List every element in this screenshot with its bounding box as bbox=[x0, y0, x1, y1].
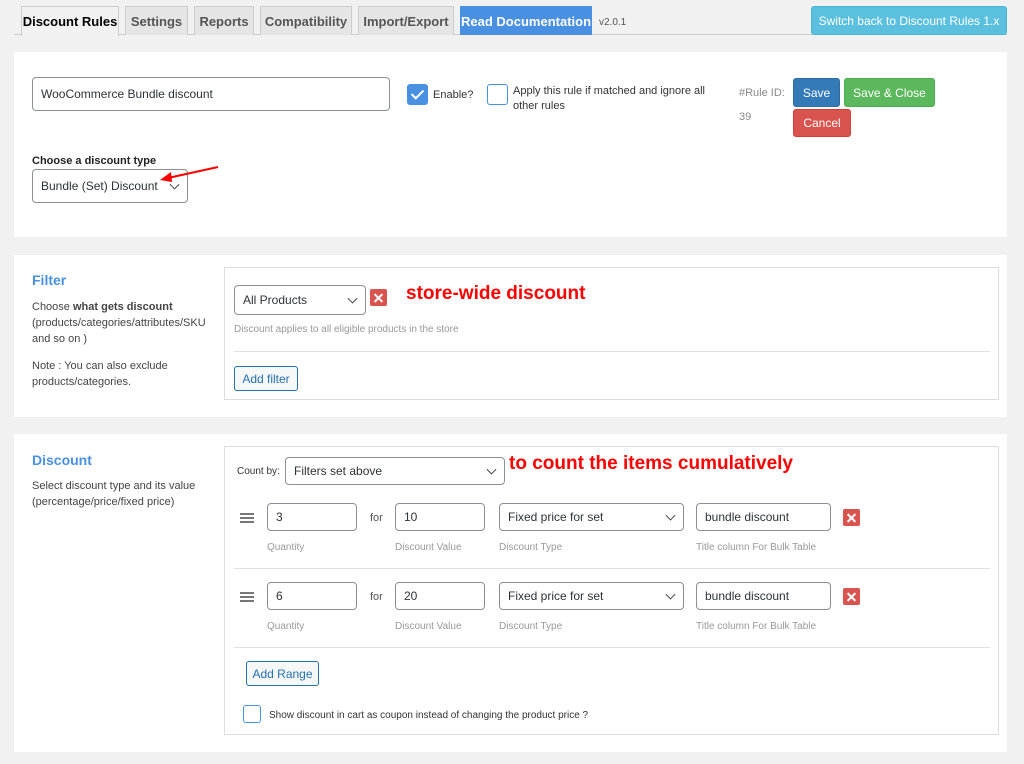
filter-desc-rest: (products/categories/attributes/SKU and … bbox=[32, 317, 206, 345]
quantity-input[interactable]: 3 bbox=[267, 503, 357, 531]
discount-description: Select discount type and its value (perc… bbox=[32, 480, 196, 508]
chevron-down-icon bbox=[665, 589, 676, 600]
discount-type-label: Choose a discount type bbox=[32, 155, 157, 167]
filter-description: Choose what gets discount (products/cate… bbox=[32, 299, 212, 347]
bulk-title-input[interactable]: bundle discount bbox=[696, 582, 831, 610]
discount-type-range-value: Fixed price for set bbox=[508, 510, 604, 524]
bulk-title-hint: Title column For Bulk Table bbox=[696, 542, 817, 553]
tab-settings[interactable]: Settings bbox=[125, 6, 188, 35]
tab-compatibility[interactable]: Compatibility bbox=[260, 6, 352, 35]
filter-box: All Products store-wide discount Discoun… bbox=[224, 267, 999, 400]
discount-type-hint: Discount Type bbox=[499, 621, 563, 632]
for-label: for bbox=[370, 591, 383, 603]
discount-type-range-select[interactable]: Fixed price for set bbox=[499, 582, 684, 610]
coupon-mode-label: Show discount in cart as coupon instead … bbox=[269, 710, 589, 721]
exclusive-rule-label: Apply this rule if matched and ignore al… bbox=[513, 85, 705, 112]
discount-value-hint: Discount Value bbox=[395, 621, 462, 632]
remove-range-icon[interactable] bbox=[843, 509, 860, 526]
drag-handle-icon[interactable] bbox=[240, 592, 254, 602]
quantity-hint: Quantity bbox=[267, 621, 305, 632]
filter-type-select[interactable]: All Products bbox=[234, 285, 366, 315]
red-arrow-annotation bbox=[160, 166, 219, 182]
quantity-hint: Quantity bbox=[267, 542, 305, 553]
rule-general-panel: WooCommerce Bundle discount Enable? Appl… bbox=[14, 52, 1007, 237]
discount-title: Discount bbox=[32, 452, 92, 468]
switch-version-button[interactable]: Switch back to Discount Rules 1.x bbox=[811, 6, 1007, 35]
filter-type-value: All Products bbox=[243, 293, 308, 307]
discount-value-input[interactable]: 20 bbox=[395, 582, 485, 610]
range-divider bbox=[234, 568, 990, 569]
discount-type-value: Bundle (Set) Discount bbox=[41, 179, 158, 193]
discount-type-hint: Discount Type bbox=[499, 542, 563, 553]
filter-panel: Filter Choose what gets discount (produc… bbox=[14, 255, 1007, 417]
count-by-select[interactable]: Filters set above bbox=[285, 457, 505, 485]
store-wide-annotation: store-wide discount bbox=[406, 283, 586, 304]
filter-desc-prefix: Choose bbox=[32, 301, 73, 313]
tab-discount-rules[interactable]: Discount Rules bbox=[21, 6, 119, 36]
save-and-close-button[interactable]: Save & Close bbox=[844, 78, 935, 107]
quantity-value: 6 bbox=[276, 589, 283, 603]
bulk-title-input[interactable]: bundle discount bbox=[696, 503, 831, 531]
add-range-button[interactable]: Add Range bbox=[246, 661, 319, 686]
remove-filter-icon[interactable] bbox=[370, 289, 387, 306]
bulk-title-hint: Title column For Bulk Table bbox=[696, 621, 817, 632]
for-label: for bbox=[370, 512, 383, 524]
chevron-down-icon bbox=[347, 293, 358, 304]
add-filter-button[interactable]: Add filter bbox=[234, 366, 298, 391]
discount-type-range-value: Fixed price for set bbox=[508, 589, 604, 603]
bulk-title-value: bundle discount bbox=[705, 589, 790, 603]
save-button[interactable]: Save bbox=[793, 78, 840, 107]
tab-reports[interactable]: Reports bbox=[194, 6, 254, 35]
chevron-down-icon bbox=[486, 464, 497, 475]
drag-handle-icon[interactable] bbox=[240, 513, 254, 523]
exclusive-rule-checkbox[interactable] bbox=[487, 84, 508, 105]
filter-divider bbox=[234, 351, 990, 352]
quantity-input[interactable]: 6 bbox=[267, 582, 357, 610]
enable-checkbox[interactable] bbox=[407, 84, 428, 105]
tab-read-documentation[interactable]: Read Documentation bbox=[460, 6, 592, 35]
remove-range-icon[interactable] bbox=[843, 588, 860, 605]
range-divider bbox=[234, 647, 990, 648]
tab-import-export[interactable]: Import/Export bbox=[358, 6, 454, 35]
enable-label: Enable? bbox=[433, 89, 474, 101]
count-by-value: Filters set above bbox=[294, 464, 383, 478]
discount-value-hint: Discount Value bbox=[395, 542, 462, 553]
discount-value-input[interactable]: 10 bbox=[395, 503, 485, 531]
rule-id-value: 39 bbox=[739, 111, 752, 123]
discount-box: Count by: Filters set above to count the… bbox=[224, 446, 999, 735]
discount-panel: Discount Select discount type and its va… bbox=[14, 434, 1007, 752]
filter-title: Filter bbox=[32, 272, 67, 288]
discount-type-range-select[interactable]: Fixed price for set bbox=[499, 503, 684, 531]
bulk-title-value: bundle discount bbox=[705, 510, 790, 524]
discount-value: 10 bbox=[404, 510, 418, 524]
rule-id-label: #Rule ID: bbox=[739, 87, 785, 99]
quantity-value: 3 bbox=[276, 510, 283, 524]
discount-value: 20 bbox=[404, 589, 418, 603]
filter-note: Note : You can also exclude products/cat… bbox=[32, 360, 168, 388]
rule-name-input[interactable]: WooCommerce Bundle discount bbox=[32, 77, 390, 111]
rule-name-value: WooCommerce Bundle discount bbox=[41, 87, 213, 101]
cancel-button[interactable]: Cancel bbox=[793, 109, 851, 137]
tab-bar: Discount Rules Settings Reports Compatib… bbox=[0, 0, 1024, 37]
filter-desc-bold: what gets discount bbox=[72, 301, 173, 313]
chevron-down-icon bbox=[665, 510, 676, 521]
version-label: v2.0.1 bbox=[599, 17, 627, 28]
cumulative-count-annotation: to count the items cumulatively bbox=[509, 453, 793, 474]
count-by-label: Count by: bbox=[237, 466, 280, 477]
coupon-mode-checkbox[interactable] bbox=[243, 705, 261, 723]
filter-help-text: Discount applies to all eligible product… bbox=[234, 324, 459, 335]
